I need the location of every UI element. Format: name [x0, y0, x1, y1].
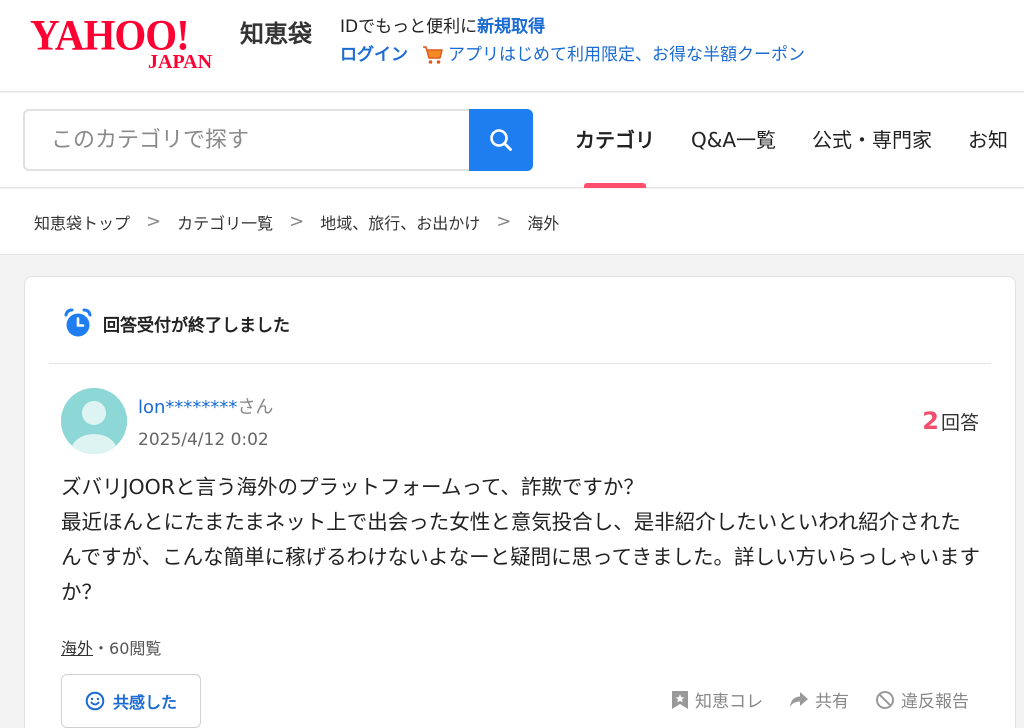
signup-link[interactable]: 新規取得 — [477, 17, 545, 37]
view-count: ・60閲覧 — [93, 639, 162, 658]
login-link[interactable]: ログイン — [340, 42, 408, 68]
divider — [49, 363, 991, 364]
status-text: 回答受付が終了しました — [103, 315, 290, 336]
coupon-link[interactable]: アプリはじめて利用限定、お得な半額クーポン — [448, 42, 805, 68]
empathy-button[interactable]: 共感した — [61, 674, 201, 728]
avatar[interactable] — [61, 388, 127, 454]
breadcrumb-separator: > — [146, 211, 162, 232]
question-author[interactable]: lon********さん — [138, 393, 273, 419]
question-actions: 知恵コレ 共有 違反報告 — [645, 687, 969, 712]
search-input[interactable] — [25, 111, 472, 169]
id-promo: IDでもっと便利に新規取得 — [340, 14, 545, 40]
report-button[interactable]: 違反報告 — [875, 687, 969, 712]
breadcrumb: 知恵袋トップ > カテゴリ一覧 > 地域、旅行、お出かけ > 海外 — [0, 189, 1024, 255]
yahoo-japan-logo[interactable]: YAHOO! JAPAN — [30, 11, 235, 73]
answer-count[interactable]: 2 回答 — [922, 407, 979, 435]
prohibited-icon — [876, 690, 894, 709]
author-name: lon******** — [138, 397, 238, 418]
alarm-clock-icon — [64, 308, 92, 337]
breadcrumb-top[interactable]: 知恵袋トップ — [34, 210, 130, 234]
site-header: YAHOO! JAPAN 知恵袋 IDでもっと便利に新規取得 ログイン アプリは… — [0, 0, 1024, 92]
question-meta: 海外・60閲覧 — [61, 635, 161, 659]
breadcrumb-separator: > — [496, 211, 512, 232]
category-tabs: カテゴリ Q&A一覧 公式・専門家 お知 — [575, 93, 1024, 188]
search-nav-row: カテゴリ Q&A一覧 公式・専門家 お知 — [0, 93, 1024, 188]
question-line: ズバリJOORと言う海外のプラットフォームって、詐欺ですか？ — [61, 475, 644, 499]
report-label: 違反報告 — [901, 692, 969, 712]
search-box — [23, 109, 533, 171]
bookmark-button[interactable]: 知恵コレ — [671, 687, 763, 712]
tab-official-experts[interactable]: 公式・専門家 — [812, 93, 932, 188]
share-label: 共有 — [815, 692, 849, 712]
question-card: 回答受付が終了しました lon********さん 2025/4/12 0:02… — [24, 276, 1016, 728]
logo-japan-text: JAPAN — [148, 51, 213, 73]
breadcrumb-category-list[interactable]: カテゴリ一覧 — [177, 210, 273, 234]
breadcrumb-region-travel[interactable]: 地域、旅行、お出かけ — [320, 210, 480, 234]
tab-qa-list[interactable]: Q&A一覧 — [691, 93, 776, 188]
bookmark-star-icon — [672, 690, 688, 709]
breadcrumb-overseas[interactable]: 海外 — [527, 210, 559, 234]
shopping-cart-icon — [422, 45, 444, 65]
question-date: 2025/4/12 0:02 — [138, 430, 269, 450]
answer-count-number: 2 — [922, 407, 939, 435]
share-button[interactable]: 共有 — [789, 687, 849, 712]
tab-notices[interactable]: お知 — [968, 93, 1008, 188]
breadcrumb-separator: > — [289, 211, 305, 232]
category-link[interactable]: 海外 — [61, 639, 93, 658]
author-honorific: さん — [237, 397, 274, 418]
smile-icon — [85, 691, 105, 711]
question-body: ズバリJOORと言う海外のプラットフォームって、詐欺ですか？ 最近ほんとにたまた… — [61, 470, 981, 610]
id-promo-text: IDでもっと便利に — [340, 17, 478, 37]
empathy-label: 共感した — [112, 693, 177, 712]
share-arrow-icon — [790, 691, 808, 707]
search-button[interactable] — [469, 109, 533, 171]
bookmark-label: 知恵コレ — [695, 692, 763, 712]
tab-category[interactable]: カテゴリ — [575, 93, 655, 188]
question-line: 最近ほんとにたまたまネット上で出会った女性と意気投合し、是非紹介したいといわれ紹… — [61, 510, 981, 604]
answer-count-label: 回答 — [940, 412, 979, 434]
service-name[interactable]: 知恵袋 — [240, 18, 312, 50]
status-banner: 回答受付が終了しました — [63, 307, 290, 339]
search-icon — [490, 129, 512, 151]
login-promo-row: ログイン アプリはじめて利用限定、お得な半額クーポン — [340, 42, 805, 68]
